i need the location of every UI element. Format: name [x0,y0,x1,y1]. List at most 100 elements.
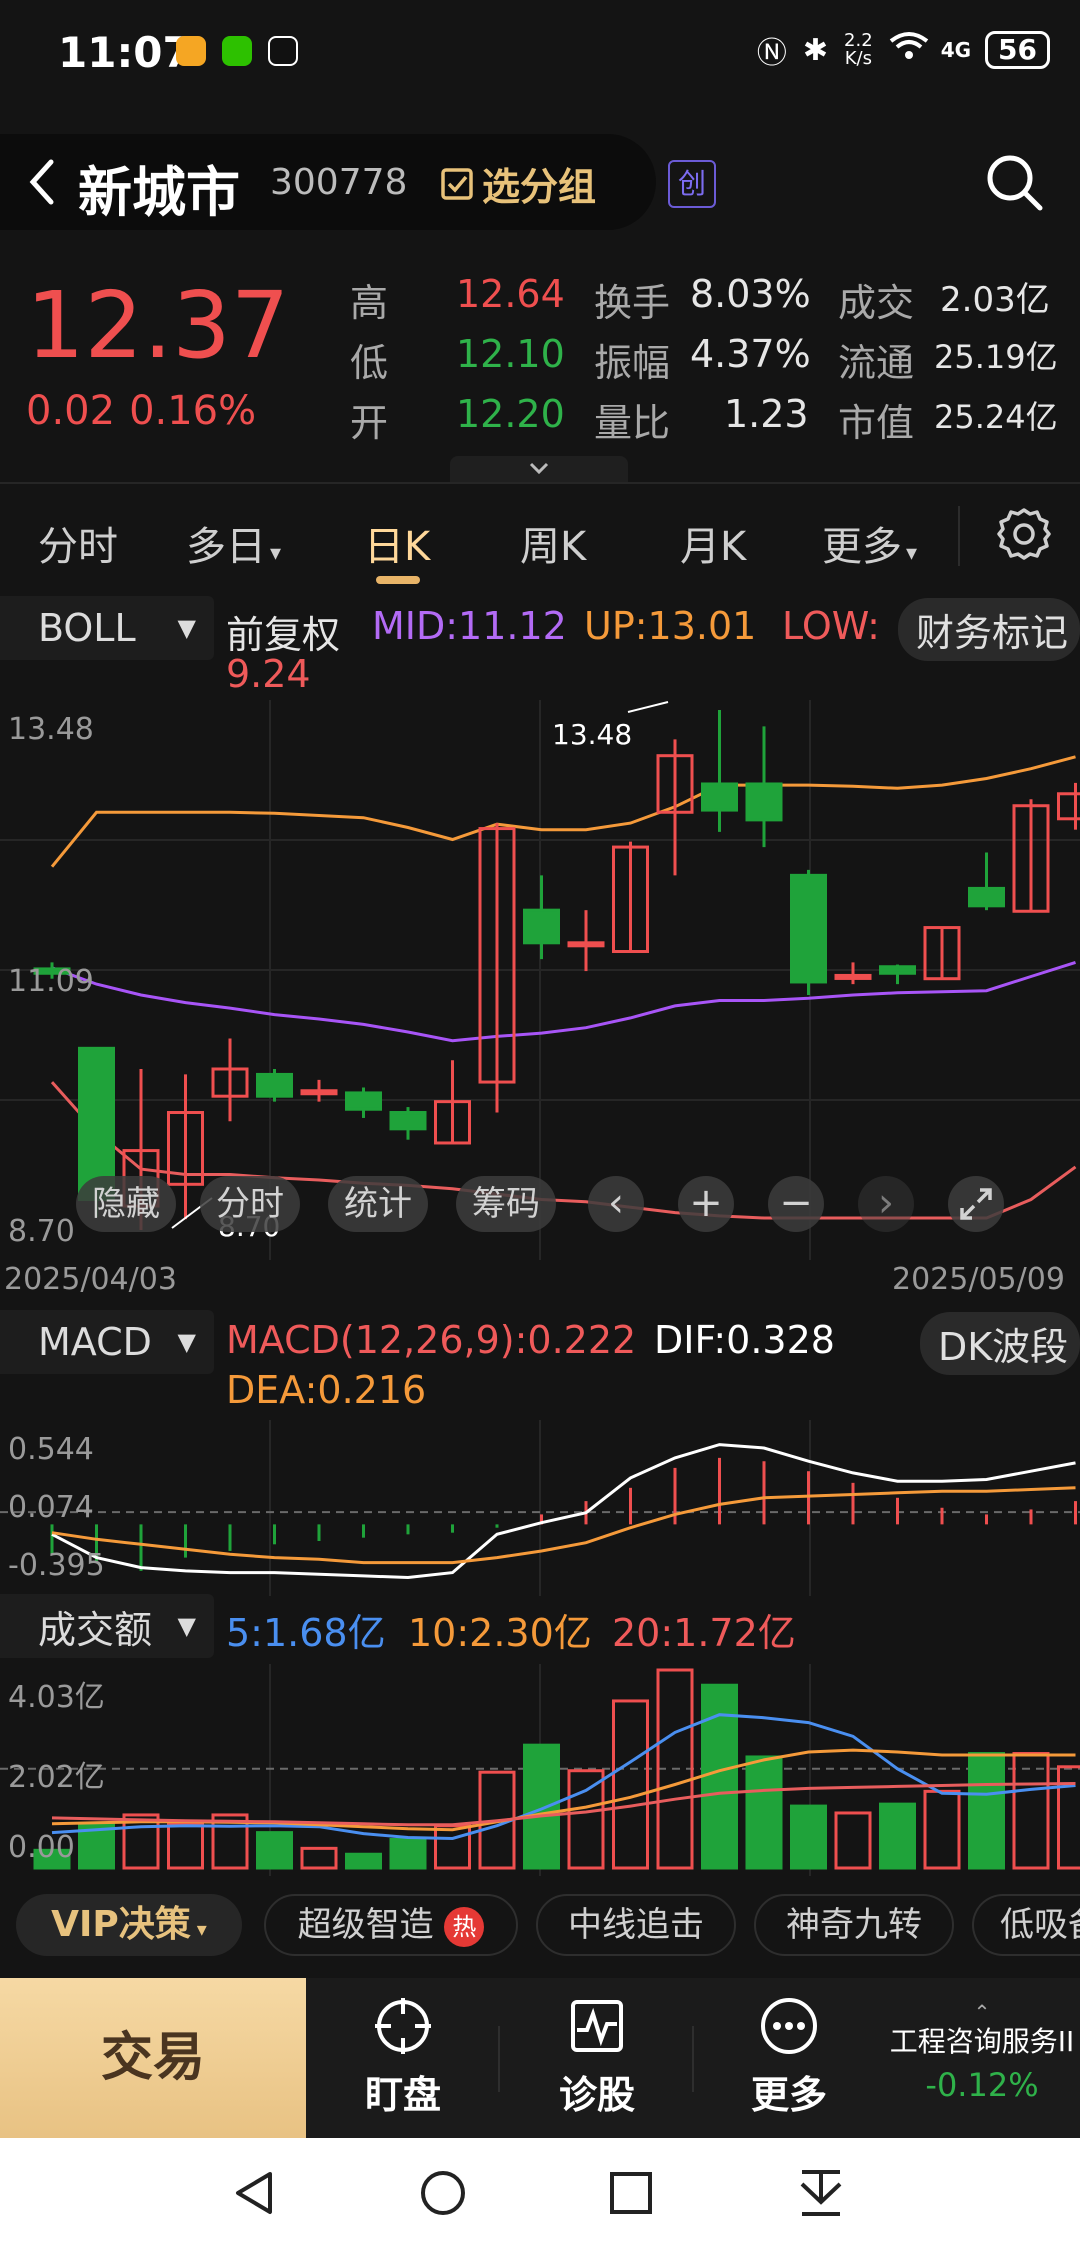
macd-y-bottom: -0.395 [8,1548,105,1583]
search-icon [987,155,1043,211]
nav-back-icon[interactable] [230,2168,280,2218]
search-button[interactable] [980,148,1050,218]
boll-mid-line [51,960,1076,1043]
candle-body [701,782,738,812]
wifi-icon [889,31,929,69]
bluetooth-icon: ✱ [802,32,829,68]
stock-name: 新城市 [78,161,240,224]
fullscreen-icon [960,1188,992,1220]
chevron-right-icon: › [878,1180,894,1226]
feature-magic-nine[interactable]: 神奇九转 [754,1894,954,1956]
tab-active-indicator [376,576,420,584]
volume-ma5: 5:1.68亿 [226,1611,386,1655]
volume-ma20-line [51,1782,1076,1827]
caret-down-icon: ▼ [177,614,196,642]
cell-signal-icon: 4G [940,38,972,62]
prev-button[interactable]: ‹ [588,1176,644,1232]
tiktok-icon [268,36,298,66]
dea-value: DEA:0.216 [226,1368,427,1412]
stats-button[interactable]: 统计 [328,1176,428,1232]
zoom-in-button[interactable]: + [678,1176,734,1232]
action-bar: 交易 盯盘 诊股 更多 ⌃ 工程咨询服务II -0.12% [0,1978,1080,2138]
chevron-down-icon [529,462,549,475]
fullscreen-button[interactable] [948,1176,1004,1232]
candle-body [523,908,560,945]
volume-bar [345,1852,382,1870]
sector-name: 工程咨询服务II [889,2025,1075,2058]
intraday-button[interactable]: 分时 [200,1176,300,1232]
boll-low-value: 9.24 [226,652,311,696]
sector-info[interactable]: ⌃ 工程咨询服务II -0.12% [884,2000,1080,2104]
macd-value: MACD(12,26,9):0.222 [226,1318,637,1362]
chevron-up-icon: ⌃ [973,2000,991,2024]
tab-monthly-k[interactable]: 月K [680,514,746,572]
back-button[interactable] [12,146,72,218]
diagnose-button[interactable]: 诊股 [532,1994,662,2119]
tab-intraday[interactable]: 分时 [38,514,118,572]
finance-mark-button[interactable]: 财务标记 [898,598,1080,661]
kline-date-end: 2025/05/09 [892,1262,1065,1297]
chinext-badge: 创 [668,160,716,208]
feature-midline-chase[interactable]: 中线追击 [536,1894,736,1956]
sub-indicator-select[interactable]: MACD ▼ [0,1310,214,1374]
feature-low-buy[interactable]: 低吸备 [972,1894,1080,1956]
volume-ma10-line [51,1748,1076,1832]
divider [498,2026,500,2092]
dif-value: DIF:0.328 [654,1318,835,1362]
main-indicator-select[interactable]: BOLL ▼ [0,596,214,660]
volume-indicator-select[interactable]: 成交额 ▼ [0,1594,214,1658]
tab-more[interactable]: 更多 ▾ [822,514,917,572]
nav-download-icon[interactable] [796,2166,846,2220]
wechat-icon [222,36,252,66]
last-price: 12.37 [26,272,290,379]
kline-y-top: 13.48 [8,712,94,747]
volume-bar [567,1769,605,1870]
volume-bar [300,1846,338,1870]
tab-multi-day[interactable]: 多日 ▾ [186,514,281,572]
next-button[interactable]: › [858,1176,914,1232]
feature-super-manufacturing[interactable]: 超级智造 热 [264,1894,518,1956]
macd-y-top: 0.544 [8,1432,94,1467]
expand-quote-button[interactable] [450,456,628,482]
zoom-out-button[interactable]: − [768,1176,824,1232]
chips-button[interactable]: 筹码 [456,1176,556,1232]
weibo-icon [176,36,206,66]
hide-button[interactable]: 隐藏 [76,1176,176,1232]
tab-weekly-k[interactable]: 周K [520,514,586,572]
watch-button[interactable]: 盯盘 [338,1994,468,2119]
volume-chart[interactable] [0,1664,1080,1876]
caret-down-icon: ▼ [177,1328,196,1356]
vip-decision-button[interactable]: VIP决策 ▾ [16,1894,242,1956]
trade-button[interactable]: 交易 [0,1978,306,2138]
dk-wave-button[interactable]: DK波段 [920,1312,1080,1375]
kline-max-marker: 13.48 [552,718,633,751]
kline-y-bottom: 8.70 [8,1214,75,1249]
divider [958,506,960,566]
chart-settings-button[interactable] [994,504,1054,564]
macd-y-mid: 0.074 [8,1490,94,1525]
pulse-chart-icon [571,2000,623,2052]
volume-ma20: 20:1.72亿 [612,1611,796,1655]
volume-y-bottom: 0.00 [8,1830,75,1865]
chevron-left-icon: ‹ [608,1180,624,1226]
kline-chart[interactable] [0,700,1080,1260]
adjust-mode[interactable]: 前复权 [226,604,340,659]
volume-bar [968,1752,1005,1870]
status-icons: Ⓝ ✱ 2.2 K/s 4G 56 [757,28,1050,72]
dea-line [51,1486,1076,1565]
volume-y-top: 4.03亿 [8,1680,105,1715]
status-bar: 11:07 Ⓝ ✱ 2.2 K/s 4G 56 [0,0,1080,100]
volume-bar [434,1824,471,1870]
volume-y-mid: 2.02亿 [8,1760,105,1795]
volume-bar [1057,1765,1080,1870]
macd-chart[interactable] [0,1420,1080,1596]
net-speed: 2.2 K/s [844,30,873,69]
nav-recents-icon[interactable] [608,2170,654,2216]
volume-bar [745,1755,783,1870]
select-group-button[interactable]: 选分组 [440,156,596,211]
volume-bar [1012,1752,1050,1870]
nav-home-icon[interactable] [418,2168,468,2218]
crosshair-icon [375,1998,431,2054]
tab-daily-k[interactable]: 日K [364,514,430,572]
more-button[interactable]: 更多 [724,1994,854,2119]
